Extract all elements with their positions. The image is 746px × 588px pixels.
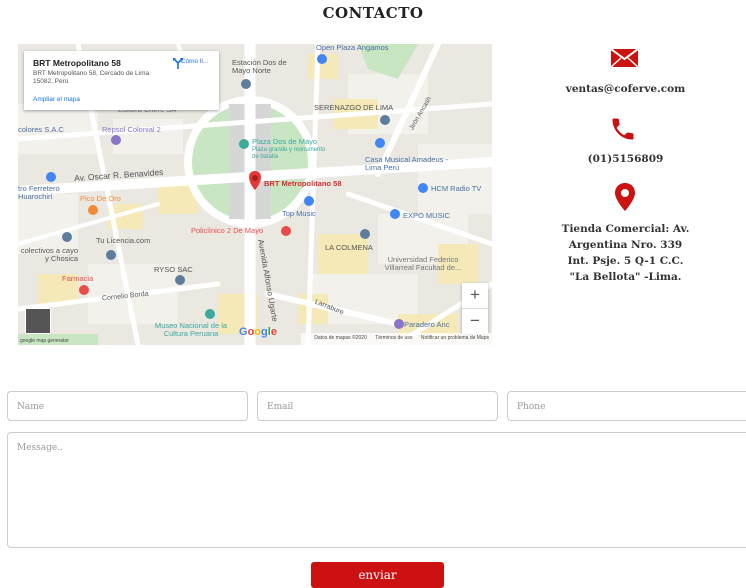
place-name: BRT Metropolitano 58 xyxy=(33,58,121,68)
message-textarea[interactable]: Message.. xyxy=(7,432,746,548)
page-title: CONTACTO xyxy=(322,4,424,22)
enlarge-map-link[interactable]: Ampliar el mapa xyxy=(33,96,80,103)
map-label: RYSO SAC xyxy=(154,265,193,274)
map-label: Casa Musical Amadeus - Lima Perú xyxy=(365,155,448,172)
map-label: HCM Radio TV xyxy=(431,184,482,193)
contact-phone[interactable]: (01)5156809 xyxy=(558,153,693,165)
zoom-in-button[interactable]: + xyxy=(462,283,488,308)
google-map[interactable]: Open Plaza Angamos Estación Dos de Mayo … xyxy=(18,44,492,345)
map-generator-credit: google map generator xyxy=(20,338,69,344)
map-label: Repsol Colonial 2 xyxy=(102,125,161,134)
phone-input[interactable]: Phone xyxy=(507,391,746,421)
google-logo: Google xyxy=(239,326,277,338)
satellite-thumbnail[interactable] xyxy=(25,308,51,334)
zoom-out-button[interactable]: − xyxy=(462,309,488,334)
map-footer: Datos de mapas ©2020 Términos de uso Not… xyxy=(301,333,492,345)
directions-icon xyxy=(173,58,183,69)
map-label: colores S.A.C xyxy=(18,125,64,134)
location-pin-icon xyxy=(615,183,635,211)
phone-icon xyxy=(612,118,634,140)
place-address: BRT Metropolitano 58, Cercado de Lima 15… xyxy=(33,70,150,85)
map-data-credit: Datos de mapas ©2020 xyxy=(314,335,367,341)
email-input[interactable]: Email xyxy=(257,391,498,421)
zoom-controls: + − xyxy=(462,283,488,334)
map-label: SERENAZGO DE LIMA xyxy=(314,103,394,112)
map-label: colectivos a cayo y Chosica xyxy=(20,246,78,263)
envelope-icon xyxy=(611,48,638,68)
map-label: Paradero Anc xyxy=(404,320,450,329)
contact-address: Tienda Comercial: Av. Argentina Nro. 339… xyxy=(561,223,690,283)
map-label: Policlínico 2 De Mayo xyxy=(191,226,264,235)
name-input[interactable]: Name xyxy=(7,391,248,421)
marker-label: BRT Metropolitano 58 xyxy=(264,179,342,188)
terms-link[interactable]: Términos de uso xyxy=(375,335,412,341)
map-label: Open Plaza Angamos xyxy=(316,44,389,52)
map-label: Plaza grande y monumento de batalla xyxy=(252,147,326,160)
map-label: LA COLMENA xyxy=(325,243,373,252)
contact-email[interactable]: ventas@coferve.com xyxy=(558,83,693,95)
map-label: Farmacia xyxy=(62,274,94,283)
directions-button[interactable]: Cómo ll... xyxy=(172,57,217,69)
map-label: Estación Dos de Mayo Norte xyxy=(232,58,287,75)
map-label: Tu Licencia.com xyxy=(96,236,151,245)
map-label: Universidad Federico Villarreal Facultad… xyxy=(384,255,462,272)
map-label: EXPO MUSIC xyxy=(403,211,451,220)
report-problem-link[interactable]: Notificar un problema de Maps xyxy=(421,335,489,341)
map-label: tro Ferretero Huarochirí xyxy=(18,184,60,201)
map-label: Plaza Dos de Mayo xyxy=(252,137,318,146)
map-label: Top Music xyxy=(282,209,316,218)
map-info-card: BRT Metropolitano 58 BRT Metropolitano 5… xyxy=(24,51,219,110)
submit-button[interactable]: enviar xyxy=(311,562,444,588)
map-label: Pico De Oro xyxy=(80,194,121,203)
map-label: Museo Nacional de la Cultura Peruana xyxy=(154,321,228,338)
